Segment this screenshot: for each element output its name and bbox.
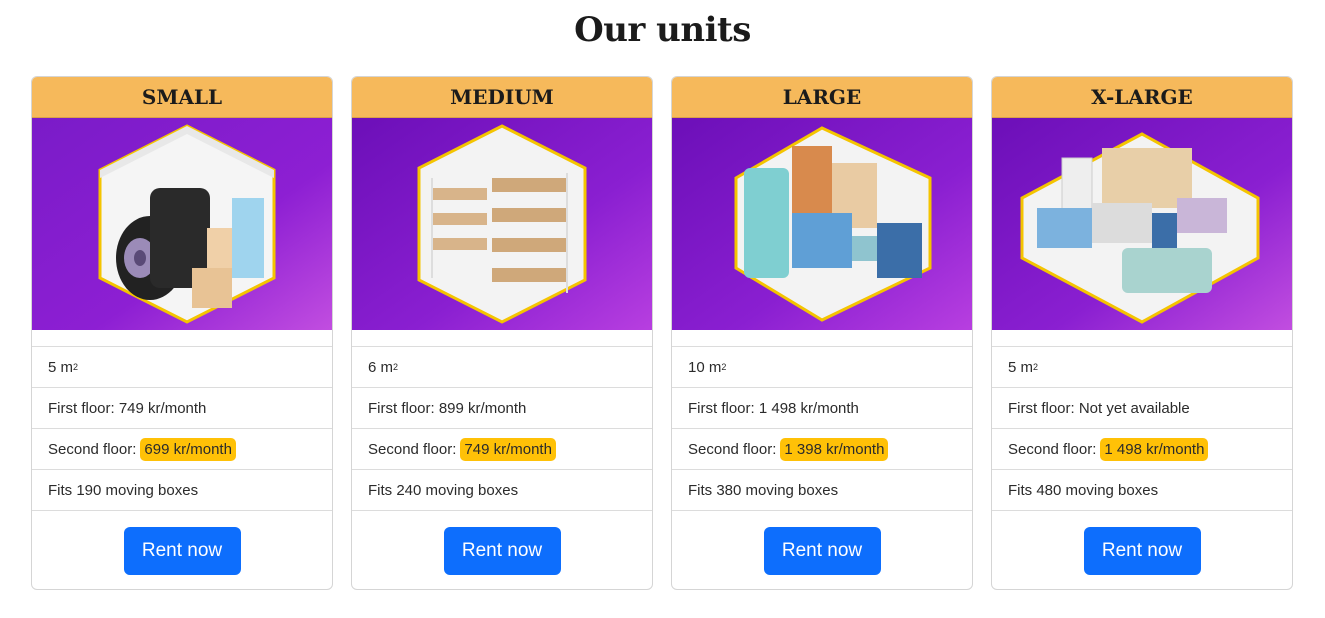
unit-card-large: LARGE 10 m2 First floor: 1 498 kr/month … bbox=[671, 76, 973, 590]
unit-card-small: SMALL 5 m2 First floor: 749 kr/month Sec… bbox=[31, 76, 333, 590]
first-floor-price: First floor: 749 kr/month bbox=[32, 388, 332, 429]
room-furniture-image bbox=[992, 118, 1292, 330]
capacity: Fits 480 moving boxes bbox=[992, 470, 1292, 511]
unit-name: SMALL bbox=[32, 77, 332, 118]
unit-size: 5 m2 bbox=[992, 347, 1292, 388]
unit-name: X-LARGE bbox=[992, 77, 1292, 118]
unit-size: 10 m2 bbox=[672, 347, 972, 388]
rent-now-button[interactable]: Rent now bbox=[1083, 527, 1201, 575]
second-floor-price: Second floor: 749 kr/month bbox=[352, 429, 652, 470]
unit-name: LARGE bbox=[672, 77, 972, 118]
rent-now-button[interactable]: Rent now bbox=[123, 527, 241, 575]
unit-size: 6 m2 bbox=[352, 347, 652, 388]
rent-now-button[interactable]: Rent now bbox=[443, 527, 561, 575]
price-badge: 1 498 kr/month bbox=[1100, 437, 1209, 461]
shelves-boxes-image bbox=[352, 118, 652, 330]
unit-card-x-large: X-LARGE 5 m2 First floor: Not yet availa… bbox=[991, 76, 1293, 590]
first-floor-price: First floor: 1 498 kr/month bbox=[672, 388, 972, 429]
price-badge: 749 kr/month bbox=[460, 437, 556, 461]
second-floor-price: Second floor: 1 398 kr/month bbox=[672, 429, 972, 470]
furniture-storage-image bbox=[672, 118, 972, 330]
rent-now-button[interactable]: Rent now bbox=[763, 527, 881, 575]
second-floor-price: Second floor: 1 498 kr/month bbox=[992, 429, 1292, 470]
capacity: Fits 240 moving boxes bbox=[352, 470, 652, 511]
price-badge: 1 398 kr/month bbox=[780, 437, 889, 461]
unit-card-medium: MEDIUM 6 m2 First floor: 899 kr/month Se… bbox=[351, 76, 653, 590]
capacity: Fits 380 moving boxes bbox=[672, 470, 972, 511]
page-title: Our units bbox=[574, 10, 751, 50]
tires-storage-image bbox=[32, 118, 332, 330]
unit-size: 5 m2 bbox=[32, 347, 332, 388]
unit-name: MEDIUM bbox=[352, 77, 652, 118]
price-badge: 699 kr/month bbox=[140, 437, 236, 461]
first-floor-price: First floor: 899 kr/month bbox=[352, 388, 652, 429]
second-floor-price: Second floor: 699 kr/month bbox=[32, 429, 332, 470]
capacity: Fits 190 moving boxes bbox=[32, 470, 332, 511]
first-floor-price: First floor: Not yet available bbox=[992, 388, 1292, 429]
